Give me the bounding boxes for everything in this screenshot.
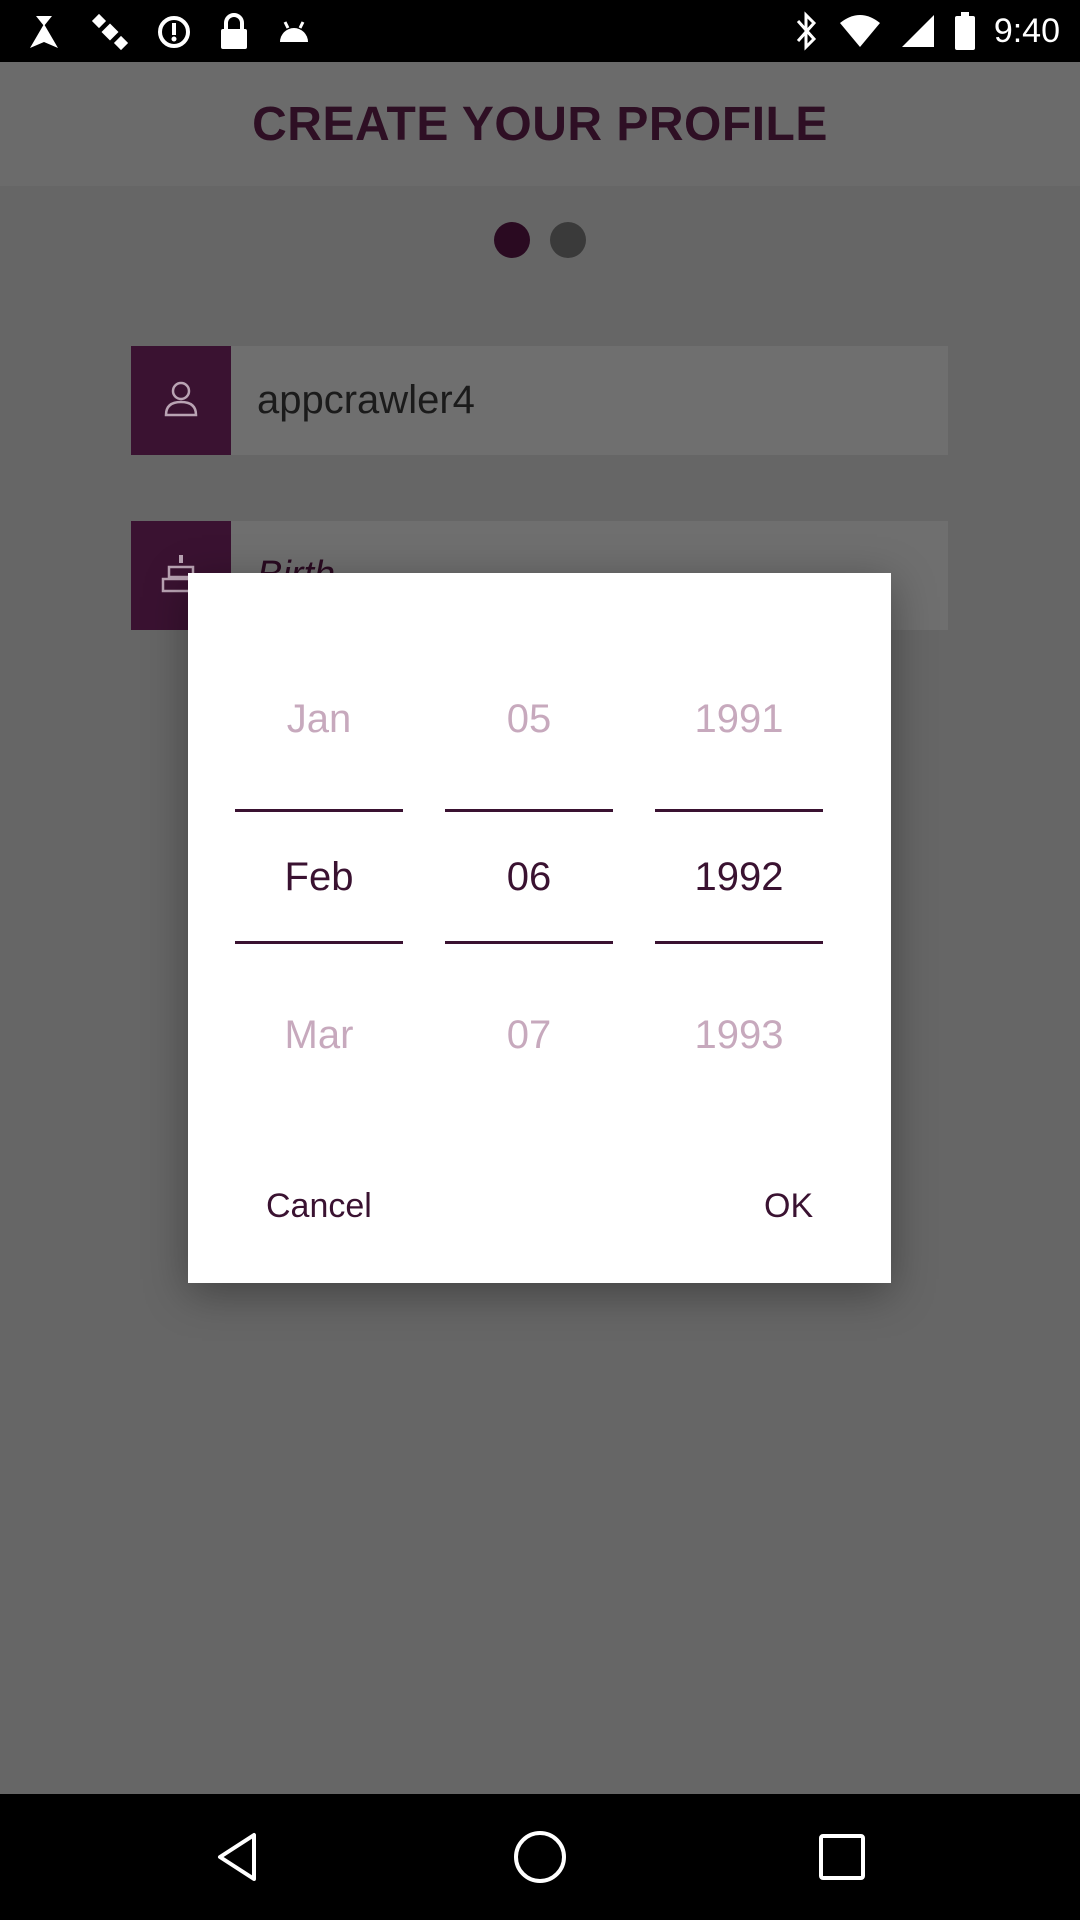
android-icon bbox=[276, 14, 312, 50]
date-picker-dialog: Jan Feb Mar 05 06 07 1991 1992 1993 Canc… bbox=[188, 573, 891, 1283]
navigation-bar bbox=[0, 1794, 1080, 1920]
year-prev[interactable]: 1991 bbox=[655, 697, 823, 742]
month-prev[interactable]: Jan bbox=[235, 697, 403, 742]
satellite-icon bbox=[90, 12, 130, 52]
battery-icon bbox=[954, 11, 976, 51]
day-divider-top bbox=[445, 809, 613, 812]
year-divider-bottom bbox=[655, 941, 823, 944]
sync-icon bbox=[156, 14, 192, 50]
day-picker[interactable]: 05 06 07 bbox=[445, 573, 613, 1073]
month-next[interactable]: Mar bbox=[235, 1013, 403, 1058]
status-time: 9:40 bbox=[993, 11, 1060, 50]
month-divider-bottom bbox=[235, 941, 403, 944]
year-picker[interactable]: 1991 1992 1993 bbox=[655, 573, 823, 1073]
page-dot-active bbox=[494, 222, 530, 258]
status-bar: 9:40 bbox=[0, 0, 1080, 62]
fake-gps-icon bbox=[24, 12, 64, 52]
page-dot-inactive bbox=[550, 222, 586, 258]
year-next[interactable]: 1993 bbox=[655, 1013, 823, 1058]
cancel-button[interactable]: Cancel bbox=[266, 1187, 372, 1226]
username-icon-box bbox=[131, 346, 231, 455]
recents-icon[interactable] bbox=[812, 1827, 872, 1887]
username-row: appcrawler4 bbox=[131, 346, 948, 455]
bluetooth-icon bbox=[794, 11, 820, 51]
day-divider-bottom bbox=[445, 941, 613, 944]
page-title: CREATE YOUR PROFILE bbox=[252, 97, 828, 151]
day-selected[interactable]: 06 bbox=[445, 855, 613, 900]
status-icons-left bbox=[24, 12, 312, 52]
lock-icon bbox=[218, 13, 250, 51]
day-prev[interactable]: 05 bbox=[445, 697, 613, 742]
app-header: CREATE YOUR PROFILE bbox=[0, 62, 1080, 186]
year-selected[interactable]: 1992 bbox=[655, 855, 823, 900]
status-icons-right: 9:40 bbox=[794, 0, 1060, 62]
person-icon bbox=[161, 378, 201, 423]
month-divider-top bbox=[235, 809, 403, 812]
home-icon[interactable] bbox=[510, 1827, 570, 1887]
ok-button[interactable]: OK bbox=[764, 1187, 813, 1226]
year-divider-top bbox=[655, 809, 823, 812]
wifi-icon bbox=[838, 13, 882, 49]
back-icon[interactable] bbox=[210, 1827, 270, 1887]
signal-icon bbox=[900, 13, 936, 49]
page-indicator bbox=[0, 222, 1080, 258]
month-picker[interactable]: Jan Feb Mar bbox=[235, 573, 403, 1073]
username-field[interactable]: appcrawler4 bbox=[231, 346, 948, 455]
month-selected[interactable]: Feb bbox=[235, 855, 403, 900]
day-next[interactable]: 07 bbox=[445, 1013, 613, 1058]
